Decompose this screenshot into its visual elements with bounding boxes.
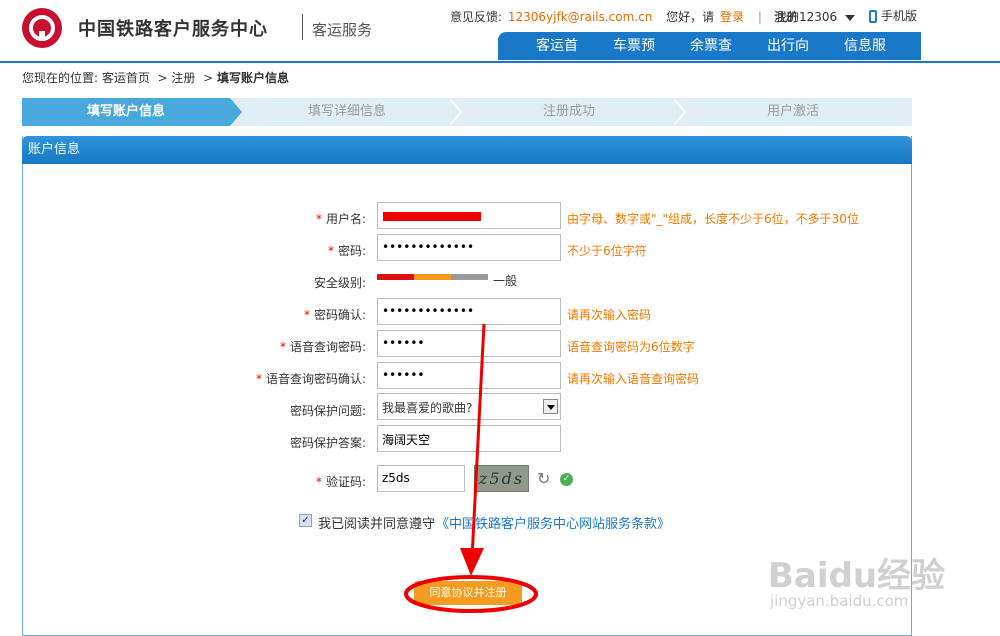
security-bar-weak [377,274,414,280]
breadcrumb-sep: > [203,71,214,85]
security-question-select[interactable]: 我最喜爱的歌曲? [377,393,561,420]
divider [302,14,303,40]
redaction-bar [383,212,481,221]
mobile-label: 手机版 [881,9,918,23]
voice-confirm-input[interactable]: •••••• [377,362,561,389]
voice-password-label: * 语音查询密码: [279,340,366,354]
step-account-info: 填写账户信息 [22,98,230,126]
panel-title: 账户信息 [22,136,912,164]
agree-text: 我已阅读并同意遵守 [318,517,436,532]
username-label: * 用户名: [315,212,366,226]
security-answer-input[interactable]: 海阔天空 [377,425,561,452]
breadcrumb-sep: > [157,71,168,85]
nav-item-tickets[interactable]: 余票查询 [690,32,745,82]
header: 中国铁路客户服务中心 客运服务 意见反馈: 12306yjfk@rails.co… [0,0,1000,82]
nav-item-home[interactable]: 客运首页 [536,32,591,82]
my12306-label: 我的12306 [775,10,838,24]
password-label: * 密码: [327,244,366,258]
step-activate: 用户激活 [766,104,819,119]
security-level-text: 一般 [493,274,518,288]
site-subtitle: 客运服务 [312,21,373,39]
agree-and-register-button[interactable]: 同意协议并注册 [414,581,522,605]
username-hint: 由字母、数字或"_"组成，长度不少于6位，不多于30位 [567,212,859,226]
header-divider [0,61,1000,63]
railway-logo-icon[interactable] [22,8,62,48]
step-arrow [672,98,684,126]
confirm-password-hint: 请再次输入密码 [567,308,652,322]
site-name: 中国铁路客户服务中心 [78,19,268,40]
check-icon: ✓ [560,473,573,486]
login-link[interactable]: 登录 [720,10,744,24]
nav-item-info[interactable]: 信息服务 [844,32,899,82]
phone-icon [869,10,877,23]
step-success: 注册成功 [542,104,595,119]
voice-password-hint: 语音查询密码为6位数字 [567,340,695,354]
step-arrow [448,98,460,126]
baidu-watermark-url: jingyan.baidu.com [770,592,909,610]
feedback-label: 意见反馈: [450,10,503,24]
chevron-down-icon[interactable] [543,399,558,414]
password-input[interactable]: ••••••••••••• [377,234,561,261]
security-question-label: 密码保护问题: [289,404,366,418]
confirm-password-label: * 密码确认: [303,308,366,322]
security-bar-strong [451,274,488,280]
confirm-password-input[interactable]: ••••••••••••• [377,298,561,325]
captcha-input[interactable]: z5ds [377,465,465,492]
step-detail-info: 填写详细信息 [307,104,386,119]
voice-confirm-hint: 请再次输入语音查询密码 [567,372,700,386]
breadcrumb: 您现在的位置: 客运首页 > 注册 > 填写账户信息 [22,69,289,86]
terms-link[interactable]: 《中国铁路客户服务中心网站服务条款》 [436,513,670,532]
agree-checkbox[interactable]: ✓ [299,514,312,527]
greeting-text: 您好，请 [666,10,715,24]
mobile-version-link[interactable]: 手机版 [869,7,917,24]
security-bar-medium [414,274,451,280]
voice-confirm-label: * 语音查询密码确认: [255,372,366,386]
separator: | [757,10,762,24]
feedback-email-link[interactable]: 12306yjfk@rails.com.cn [508,10,652,24]
voice-password-input[interactable]: •••••• [377,330,561,357]
nav-item-guide[interactable]: 出行向导 [767,32,822,82]
nav-item-booking[interactable]: 车票预订 [613,32,668,82]
breadcrumb-home[interactable]: 客运首页 [102,71,150,85]
my12306-dropdown[interactable]: 我的12306 [775,8,856,25]
breadcrumb-prefix: 您现在的位置: [22,71,99,85]
chevron-down-icon [845,14,856,21]
main-nav: 客运首页 车票预订 余票查询 出行向导 信息服务 [498,32,921,82]
registration-steps: 填写账户信息 填写详细信息 注册成功 用户激活 [22,98,912,126]
baidu-watermark: Baidu经验 [768,556,946,596]
security-question-value: 我最喜爱的歌曲? [382,401,473,415]
captcha-image[interactable]: z5ds [474,465,529,492]
password-hint: 不少于6位字符 [567,244,647,258]
top-links: 意见反馈: 12306yjfk@rails.com.cn 您好，请 登录 | 注… [450,8,800,25]
breadcrumb-register[interactable]: 注册 [171,71,195,85]
step-arrow [230,98,242,126]
captcha-label: * 验证码: [315,475,366,489]
refresh-icon[interactable]: ↻ [537,469,550,488]
security-level-label: 安全级别: [313,276,366,290]
security-answer-label: 密码保护答案: [289,436,366,450]
breadcrumb-current: 填写账户信息 [216,71,289,85]
